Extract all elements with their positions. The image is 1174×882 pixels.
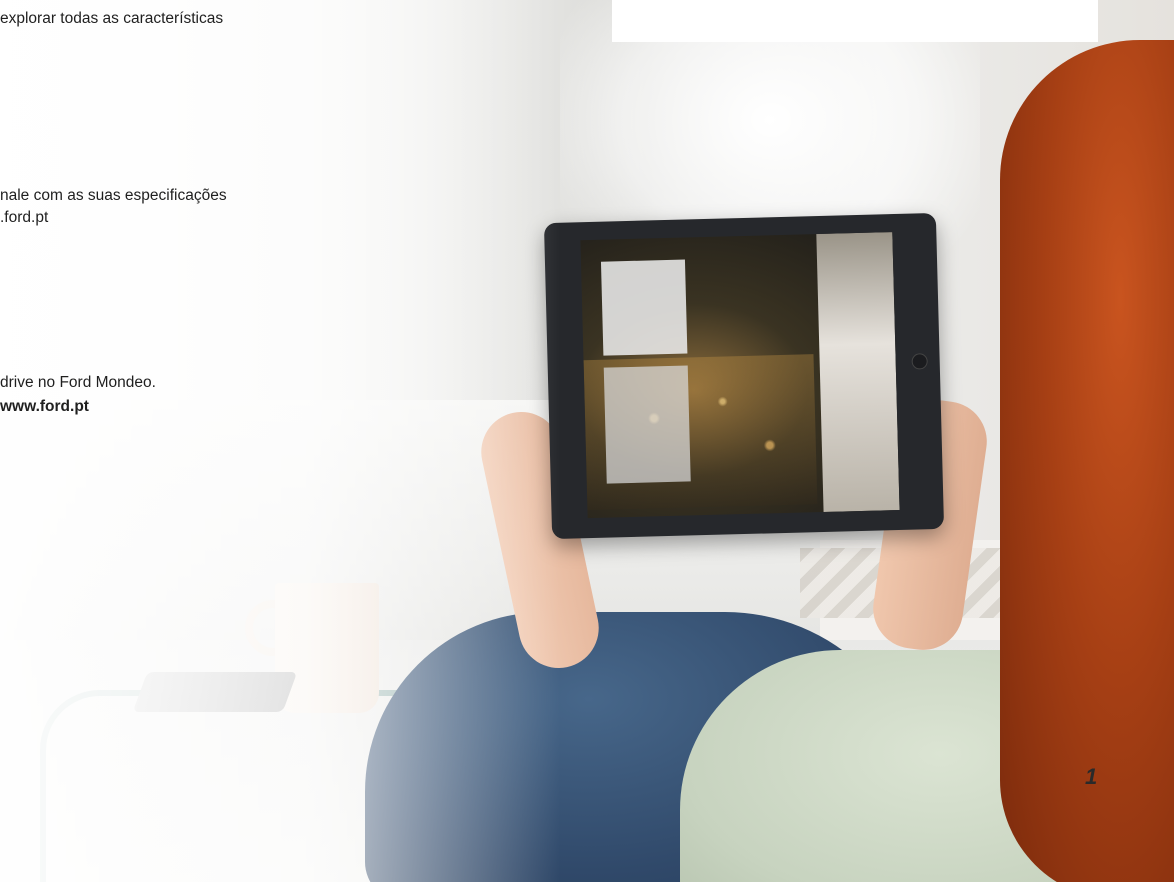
text-line-3: .ford.pt [0, 209, 49, 226]
tablet-screen [580, 232, 900, 519]
website-link[interactable]: www.ford.pt [0, 396, 89, 418]
text-line-4: drive no Ford Mondeo. [0, 374, 156, 391]
top-white-panel [612, 0, 1098, 42]
photo-scene [0, 0, 1174, 882]
page-number: 1 [1085, 764, 1098, 789]
text-line-2: nale com as suas especificações [0, 187, 227, 204]
text-line-1: explorar todas as características [0, 10, 224, 27]
tablet-right-panel [816, 232, 900, 512]
tablet-card-top [600, 259, 688, 356]
tablet-card-bottom [603, 365, 691, 484]
tablet-home-button [911, 353, 928, 370]
woman-hair [1000, 40, 1174, 882]
brochure-page: explorar todas as características nale c… [0, 0, 1174, 882]
left-fade-overlay [0, 0, 560, 882]
tablet-device [543, 212, 945, 540]
